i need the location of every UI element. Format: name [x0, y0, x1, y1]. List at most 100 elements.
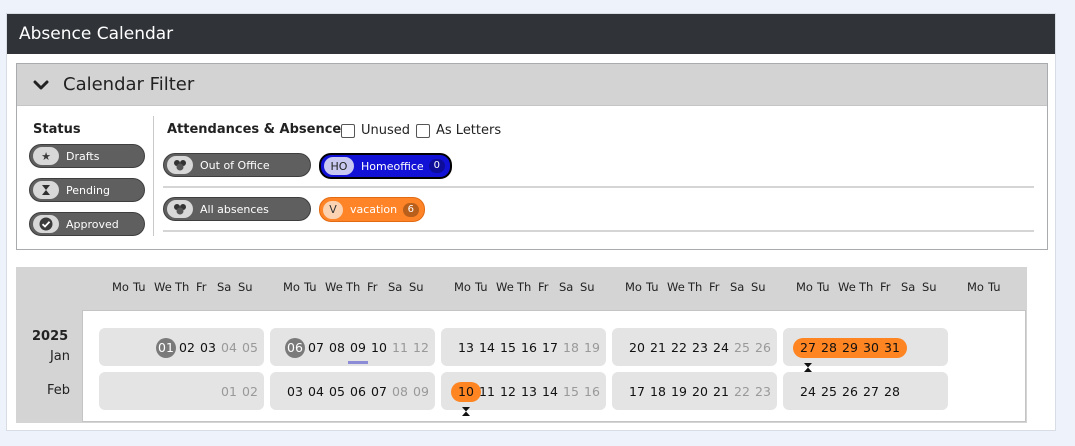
day-cell[interactable]: 10 — [369, 338, 389, 358]
day-cell[interactable]: 07 — [369, 382, 389, 402]
day-cell[interactable]: 16 — [582, 382, 602, 402]
status-approved-label: Approved — [66, 217, 119, 231]
type-homeoffice-button[interactable]: HO Homeoffice 0 — [319, 153, 452, 179]
day-cell[interactable]: 15 — [561, 382, 581, 402]
status-approved-button[interactable]: Approved — [29, 212, 145, 236]
calendar-filter-header[interactable]: Calendar Filter — [17, 64, 1047, 106]
day-cell[interactable]: 27 — [861, 382, 881, 402]
day-cell[interactable]: 25 — [819, 382, 839, 402]
day-cell[interactable]: 20 — [627, 338, 647, 358]
weekday-header: Sa — [730, 280, 745, 294]
day-cell[interactable]: 12 — [411, 338, 431, 358]
homeoffice-code-badge: HO — [324, 157, 354, 175]
weekday-header: We — [154, 280, 172, 294]
unused-checkbox-box[interactable] — [341, 123, 355, 138]
weekday-header: Sa — [559, 280, 574, 294]
day-cell[interactable]: 04 — [306, 382, 326, 402]
group-out-of-office-button[interactable]: Out of Office — [163, 153, 311, 177]
selected-day-indicator — [348, 361, 368, 364]
day-cell[interactable]: 24 — [711, 338, 731, 358]
day-cell[interactable]: 28 — [882, 382, 902, 402]
weekday-header: Mo — [283, 280, 300, 294]
day-cell[interactable]: 17 — [627, 382, 647, 402]
weekday-header: We — [496, 280, 514, 294]
day-cell[interactable]: 08 — [327, 338, 347, 358]
day-cell[interactable]: 18 — [648, 382, 668, 402]
weekday-header: We — [667, 280, 685, 294]
weekday-header: Fr — [538, 280, 549, 294]
day-cell[interactable]: 03 — [285, 382, 305, 402]
type-vacation-button[interactable]: V vacation 6 — [319, 197, 425, 222]
day-cell[interactable]: 01 — [219, 382, 239, 402]
day-cell[interactable]: 30 — [861, 338, 881, 358]
absence-calendar-window: Absence Calendar Calendar Filter Status … — [6, 13, 1056, 431]
weekday-header: Su — [409, 280, 424, 294]
star-icon: ★ — [33, 147, 59, 165]
day-cell[interactable]: 27 — [798, 338, 818, 358]
day-cell[interactable]: 11 — [390, 338, 410, 358]
day-cell[interactable]: 06 — [348, 382, 368, 402]
day-cell[interactable]: 05 — [327, 382, 347, 402]
day-cell[interactable]: 16 — [519, 338, 539, 358]
unused-checkbox[interactable]: Unused — [341, 123, 410, 138]
day-cell-today[interactable]: 06 — [285, 338, 305, 358]
day-cell[interactable]: 28 — [819, 338, 839, 358]
day-cell[interactable]: 22 — [732, 382, 752, 402]
day-cell[interactable]: 13 — [456, 338, 476, 358]
day-cell[interactable]: 07 — [306, 338, 326, 358]
day-cell[interactable]: 13 — [519, 382, 539, 402]
weekday-header: Mo — [454, 280, 471, 294]
day-cell[interactable]: 23 — [753, 382, 773, 402]
weekday-header: Fr — [196, 280, 207, 294]
day-cell[interactable]: 18 — [561, 338, 581, 358]
day-cell[interactable]: 12 — [498, 382, 518, 402]
chevron-down-icon — [31, 75, 51, 95]
divider — [153, 116, 154, 236]
as-letters-checkbox[interactable]: As Letters — [416, 123, 501, 138]
day-cell[interactable]: 21 — [648, 338, 668, 358]
group-out-of-office-label: Out of Office — [200, 158, 270, 172]
month-label-jan: Jan — [49, 349, 70, 364]
status-title: Status — [33, 122, 81, 137]
day-cell[interactable]: 10 — [456, 382, 476, 402]
weekday-header: Th — [859, 280, 874, 294]
day-cell[interactable]: 20 — [690, 382, 710, 402]
day-cell[interactable]: 19 — [582, 338, 602, 358]
day-cell[interactable]: 17 — [540, 338, 560, 358]
year-label: 2025 — [32, 329, 69, 344]
day-cell[interactable]: 29 — [840, 338, 860, 358]
day-cell[interactable]: 14 — [477, 338, 497, 358]
day-cell[interactable]: 09 — [348, 338, 368, 358]
day-cell[interactable]: 22 — [669, 338, 689, 358]
day-cell[interactable]: 14 — [540, 382, 560, 402]
vacation-count-badge: 6 — [402, 202, 419, 217]
day-cell[interactable]: 03 — [198, 338, 218, 358]
group-all-absences-label: All absences — [200, 202, 269, 216]
status-drafts-button[interactable]: ★ Drafts — [29, 144, 145, 168]
day-cell[interactable]: 25 — [732, 338, 752, 358]
status-drafts-label: Drafts — [66, 149, 100, 163]
as-letters-checkbox-box[interactable] — [416, 123, 430, 138]
day-cell-today[interactable]: 01 — [156, 338, 176, 358]
day-cell[interactable]: 26 — [840, 382, 860, 402]
day-cell[interactable]: 09 — [411, 382, 431, 402]
day-cell[interactable]: 08 — [390, 382, 410, 402]
day-cell[interactable]: 26 — [753, 338, 773, 358]
day-cell[interactable]: 24 — [798, 382, 818, 402]
day-cell[interactable]: 19 — [669, 382, 689, 402]
type-homeoffice-label: Homeoffice — [361, 159, 424, 173]
day-cell[interactable]: 05 — [240, 338, 260, 358]
weekday-header: Fr — [367, 280, 378, 294]
window-title: Absence Calendar — [7, 14, 1055, 54]
day-cell[interactable]: 21 — [711, 382, 731, 402]
day-cell[interactable]: 04 — [219, 338, 239, 358]
day-cell[interactable]: 11 — [477, 382, 497, 402]
status-pending-button[interactable]: Pending — [29, 178, 145, 202]
day-cell[interactable]: 02 — [240, 382, 260, 402]
day-cell[interactable]: 31 — [882, 338, 902, 358]
day-cell[interactable]: 02 — [177, 338, 197, 358]
group-all-absences-button[interactable]: All absences — [163, 197, 311, 221]
day-cell[interactable]: 15 — [498, 338, 518, 358]
day-cell[interactable]: 23 — [690, 338, 710, 358]
weekday-header: Sa — [388, 280, 403, 294]
